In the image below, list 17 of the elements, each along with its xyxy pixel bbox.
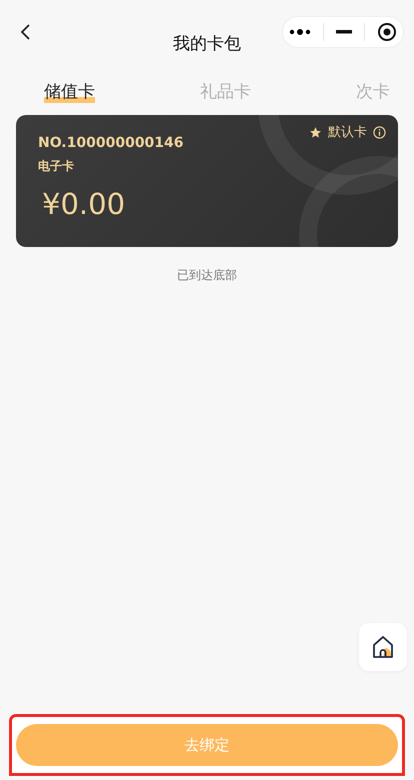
end-of-list-note: 已到达底部 (176, 267, 238, 284)
bind-button[interactable]: 去绑定 (16, 724, 398, 766)
star-icon (309, 126, 322, 138)
more-icon[interactable] (289, 28, 311, 36)
minimize-icon[interactable] (336, 30, 352, 34)
page-title: 我的卡包 (173, 33, 241, 55)
tab[interactable]: 次卡 (356, 76, 390, 109)
card-background[interactable]: 默认卡 NO.100000000146 电子卡 ¥0.00 (16, 115, 398, 247)
card-number: NO.100000000146 (38, 135, 185, 151)
home-button[interactable] (359, 623, 407, 671)
info-icon[interactable] (373, 126, 386, 138)
home-icon (371, 635, 395, 659)
card-balance: ¥0.00 (42, 187, 126, 221)
default-card-label: 默认卡 (328, 124, 367, 141)
card-type: 电子卡 (38, 158, 75, 175)
tab[interactable]: 礼品卡 (200, 76, 251, 109)
close-icon[interactable] (377, 22, 397, 42)
